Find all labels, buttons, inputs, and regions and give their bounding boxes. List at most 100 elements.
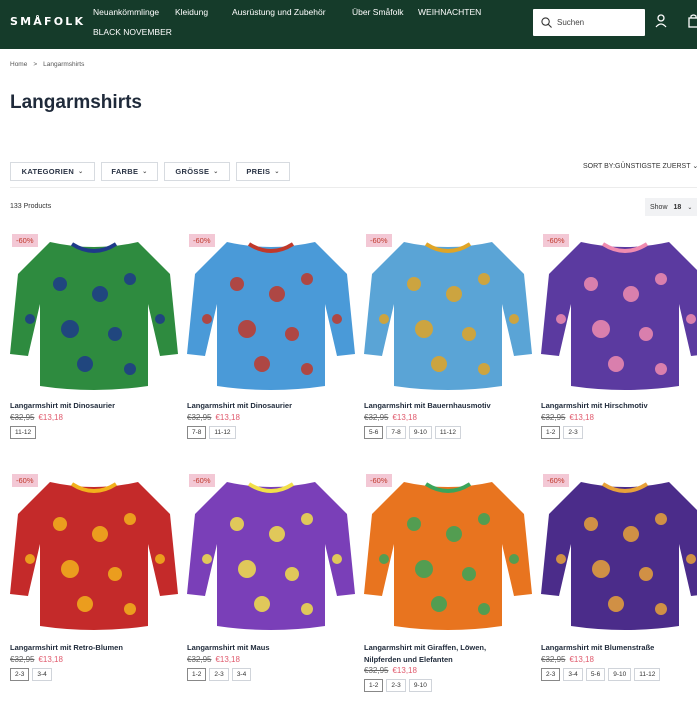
nav-new-arrivals[interactable]: Neuankömmlinge <box>93 7 159 17</box>
breadcrumb: Home > Langarmshirts <box>10 61 84 68</box>
product-name[interactable]: Langarmshirt mit Giraffen, Löwen, <box>364 642 486 654</box>
product-image[interactable] <box>187 234 355 394</box>
product-name[interactable]: Langarmshirt mit Dinosaurier <box>10 400 115 412</box>
sale-price: €13,18 <box>392 413 417 422</box>
page-title: Langarmshirts <box>10 92 142 113</box>
size-option[interactable]: 1-2 <box>187 668 207 681</box>
filter-size[interactable]: GRÖSSE ⌄ <box>164 162 230 181</box>
nav-clothing[interactable]: Kleidung <box>175 7 208 17</box>
breadcrumb-current: Langarmshirts <box>43 61 85 68</box>
old-price: €32,95 <box>10 413 35 422</box>
discount-badge: -60% <box>366 474 392 487</box>
discount-badge: -60% <box>189 234 215 247</box>
size-option[interactable]: 9-10 <box>608 668 632 681</box>
product-name[interactable]: Langarmshirt mit Dinosaurier <box>187 400 292 412</box>
discount-badge: -60% <box>12 234 38 247</box>
filter-color[interactable]: FARBE ⌄ <box>101 162 158 181</box>
shirt-shape <box>364 482 532 630</box>
nav-black-november[interactable]: BLACK NOVEMBER <box>93 27 172 37</box>
size-option[interactable]: 9-10 <box>408 679 432 692</box>
size-option[interactable]: 3-4 <box>32 668 52 681</box>
size-option[interactable]: 2-3 <box>386 679 406 692</box>
search-input[interactable] <box>557 18 637 27</box>
old-price: €32,95 <box>187 413 212 422</box>
chevron-down-icon: ⌄ <box>213 169 219 175</box>
search-box[interactable] <box>533 9 645 36</box>
size-options: 5-6 7-8 9-10 11-12 <box>364 426 461 439</box>
size-option[interactable]: 2-3 <box>541 668 561 681</box>
filter-categories[interactable]: KATEGORIEN ⌄ <box>10 162 95 181</box>
size-option[interactable]: 11-12 <box>209 426 236 439</box>
discount-badge: -60% <box>12 474 38 487</box>
size-option[interactable]: 11-12 <box>634 668 661 681</box>
filter-label: KATEGORIEN <box>21 167 75 176</box>
product-price: €32,95 €13,18 <box>10 655 63 664</box>
filter-price[interactable]: PREIS ⌄ <box>236 162 290 181</box>
product-name[interactable]: Langarmshirt mit Hirschmotiv <box>541 400 648 412</box>
size-option[interactable]: 5-6 <box>585 668 606 681</box>
product-price: €32,95 €13,18 <box>364 666 417 675</box>
breadcrumb-home[interactable]: Home <box>10 61 27 68</box>
shirt-shape <box>10 482 178 630</box>
show-per-page[interactable]: Show 18 ⌄ <box>645 198 697 216</box>
shirt-shape <box>187 482 355 630</box>
shirt-shape <box>187 242 355 390</box>
filter-label: PREIS <box>246 167 271 176</box>
size-option[interactable]: 5-6 <box>364 426 384 439</box>
product-price: €32,95 €13,18 <box>364 413 417 422</box>
size-option[interactable]: 2-3 <box>209 668 229 681</box>
product-name[interactable]: Langarmshirt mit Maus <box>187 642 270 654</box>
size-options: 2-3 3-4 5-6 9-10 11-12 <box>541 668 661 681</box>
size-options: 1-2 2-3 9-10 <box>364 679 432 692</box>
product-image[interactable] <box>541 234 697 394</box>
size-option[interactable]: 3-4 <box>231 668 252 681</box>
chevron-down-icon: ⌄ <box>274 169 280 175</box>
product-image[interactable] <box>10 234 178 394</box>
discount-badge: -60% <box>543 474 569 487</box>
sort-label: SORT BY:GÜNSTIGSTE ZUERST <box>583 163 691 170</box>
product-image[interactable] <box>541 474 697 634</box>
product-image[interactable] <box>364 234 532 394</box>
sale-price: €13,18 <box>38 655 63 664</box>
sale-price: €13,18 <box>392 666 417 675</box>
size-option[interactable]: 9-10 <box>408 426 432 439</box>
size-option[interactable]: 1-2 <box>541 426 561 439</box>
product-name[interactable]: Langarmshirt mit Blumenstraße <box>541 642 654 654</box>
size-option[interactable]: 3-4 <box>563 668 583 681</box>
product-name-line2[interactable]: Nilpferden und Elefanten <box>364 654 453 666</box>
size-options: 1-2 2-3 3-4 <box>187 668 252 681</box>
product-image[interactable] <box>364 474 532 634</box>
size-option[interactable]: 11-12 <box>434 426 461 439</box>
product-image[interactable] <box>187 474 355 634</box>
size-option[interactable]: 7-8 <box>386 426 406 439</box>
breadcrumb-separator: > <box>33 61 38 68</box>
user-icon[interactable] <box>655 14 667 28</box>
nav-about[interactable]: Über Småfolk <box>352 7 404 17</box>
cart-icon[interactable] <box>688 14 697 28</box>
size-options: 7-8 11-12 <box>187 426 236 439</box>
size-options: 1-2 2-3 <box>541 426 583 439</box>
product-count: 133 Products <box>10 203 52 210</box>
size-option[interactable]: 11-12 <box>10 426 37 439</box>
sort-dropdown[interactable]: SORT BY:GÜNSTIGSTE ZUERST ⌄ <box>583 162 697 170</box>
discount-badge: -60% <box>366 234 392 247</box>
logo[interactable]: SMÅFOLK <box>10 15 85 28</box>
nav-christmas[interactable]: WEIHNACHTEN <box>418 7 481 17</box>
sale-price: €13,18 <box>215 655 240 664</box>
show-value: 18 <box>673 203 682 211</box>
search-icon <box>541 17 552 28</box>
size-option[interactable]: 2-3 <box>10 668 30 681</box>
sale-price: €13,18 <box>569 413 594 422</box>
product-price: €32,95 €13,18 <box>541 655 594 664</box>
size-option[interactable]: 2-3 <box>563 426 583 439</box>
sale-price: €13,18 <box>38 413 63 422</box>
size-option[interactable]: 7-8 <box>187 426 207 439</box>
product-name[interactable]: Langarmshirt mit Retro-Blumen <box>10 642 123 654</box>
sale-price: €13,18 <box>569 655 594 664</box>
size-option[interactable]: 1-2 <box>364 679 384 692</box>
product-name[interactable]: Langarmshirt mit Bauernhausmotiv <box>364 400 491 412</box>
old-price: €32,95 <box>10 655 35 664</box>
product-image[interactable] <box>10 474 178 634</box>
nav-accessories[interactable]: Ausrüstung und Zubehör <box>232 7 326 17</box>
sale-price: €13,18 <box>215 413 240 422</box>
